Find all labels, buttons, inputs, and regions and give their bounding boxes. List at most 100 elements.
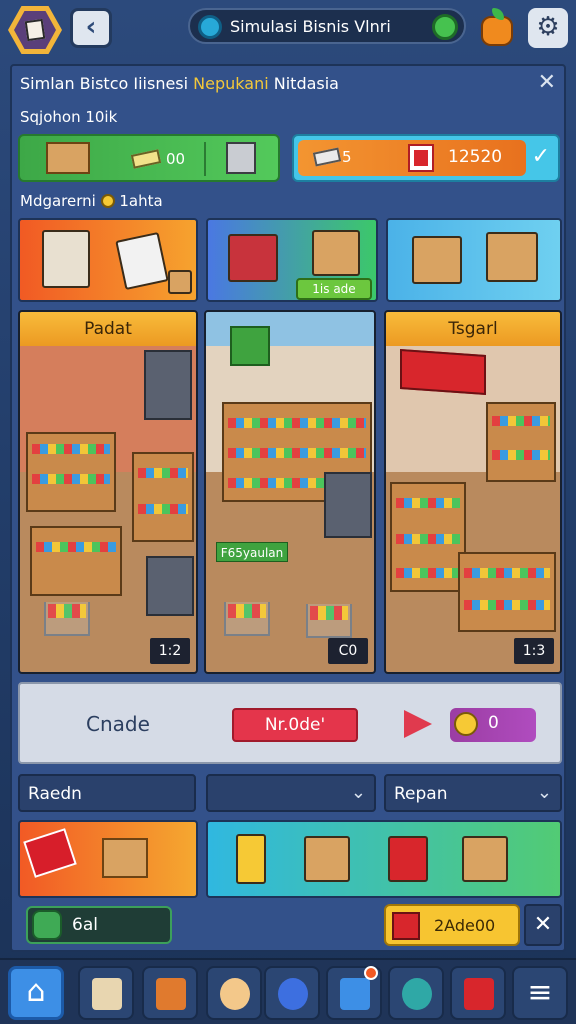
- cash-icon: [312, 147, 342, 167]
- store-scene-1[interactable]: Padat 1:2: [18, 310, 198, 674]
- orange-fruit-icon[interactable]: [478, 6, 516, 46]
- shelf: [26, 432, 116, 512]
- category-badge: 1is ade: [296, 278, 372, 300]
- inventory-icon: [156, 978, 186, 1010]
- green-stat-value: 00: [166, 150, 186, 168]
- calendar-icon: [464, 978, 494, 1010]
- orange-stat-value2: 12520: [448, 147, 503, 167]
- menu-icon: ≡: [527, 975, 553, 1010]
- store-banner-icon: [400, 348, 486, 396]
- buy-button[interactable]: 2Ade00: [384, 904, 520, 946]
- select-left[interactable]: Raedn: [18, 774, 196, 812]
- store-scene-2[interactable]: F65yaulan C0: [204, 310, 376, 674]
- wallet-icon: [32, 910, 62, 940]
- panel-title-highlight: Nepukani: [193, 74, 269, 93]
- category-tile-produce[interactable]: 1is ade: [206, 218, 378, 302]
- craft-result-value: 0: [488, 713, 499, 733]
- category-tile-goods[interactable]: [386, 218, 562, 302]
- sale-stamp-icon: [23, 828, 77, 878]
- shopping-cart-icon: [44, 602, 90, 636]
- scene-value: 1:3: [514, 638, 554, 664]
- nav-inventory-button[interactable]: [142, 966, 198, 1020]
- section2-label-text: Mdgarerni: [20, 192, 96, 210]
- nav-shop-button[interactable]: [78, 966, 134, 1020]
- profile-hex-button[interactable]: [8, 6, 62, 54]
- vegetable-crate-icon: [228, 234, 278, 282]
- app-title: Simulasi Bisnis Vlnri: [230, 17, 391, 36]
- document-icon: [14, 11, 56, 49]
- shelf: [458, 552, 556, 632]
- product-box-icon: [42, 230, 90, 288]
- green-stat-bar[interactable]: 00: [18, 134, 280, 182]
- shelf: [30, 526, 122, 596]
- orange-stat-inner: 5 12520: [298, 140, 526, 176]
- mail-icon: [340, 978, 370, 1010]
- notification-badge: [364, 966, 378, 980]
- orange-stat-value1: 5: [342, 148, 352, 166]
- arrow-right-icon: [404, 710, 432, 738]
- nav-stats-button[interactable]: [388, 966, 444, 1020]
- promo-tile-items[interactable]: [206, 820, 562, 898]
- counter-icon: [146, 556, 194, 616]
- title-pill: Simulasi Bisnis Vlnri: [188, 8, 466, 44]
- balance-button[interactable]: 6al: [26, 906, 172, 944]
- craft-row: Cnade Nr.0de' 0: [18, 682, 562, 764]
- freezer-icon: [144, 350, 192, 420]
- shelf: [132, 452, 194, 542]
- panel-title-part1: Simlan Bistco Iiisnesi: [20, 74, 189, 93]
- back-button[interactable]: ‹: [70, 8, 112, 48]
- bottom-nav: ⌂ ≡: [0, 958, 576, 1024]
- gift-icon: [392, 912, 420, 940]
- buy-label: 2Ade00: [434, 916, 496, 935]
- section2-suffix: 1ahta: [119, 192, 163, 210]
- promo-tile-sale[interactable]: [18, 820, 198, 898]
- phone-icon: [236, 834, 266, 884]
- category-tile-retail[interactable]: [18, 218, 198, 302]
- close-panel-button[interactable]: ✕: [538, 70, 556, 95]
- scene-value: 1:2: [150, 638, 190, 664]
- top-bar: ‹ Simulasi Bisnis Vlnri ⚙: [0, 0, 576, 56]
- balance-label: 6al: [72, 915, 98, 935]
- select-left-label: Raedn: [28, 784, 82, 804]
- location-icon: [198, 15, 222, 39]
- gem-icon[interactable]: [432, 14, 458, 40]
- business-panel: Simlan Bistco Iiisnesi Nepukani Nitdasia…: [10, 64, 566, 952]
- select-middle[interactable]: ⌄: [206, 774, 376, 812]
- check-icon: ✓: [531, 144, 550, 169]
- gift-box-icon: [388, 836, 428, 882]
- select-right-label: Repan: [394, 784, 448, 804]
- shopping-cart-icon: [224, 602, 270, 636]
- shopping-cart-icon: [306, 604, 352, 638]
- panel-title: Simlan Bistco Iiisnesi Nepukani Nitdasia: [20, 74, 339, 93]
- nav-mail-button[interactable]: [326, 966, 382, 1020]
- scene-header: Tsgarl: [386, 312, 560, 346]
- craft-label: Cnade: [86, 712, 150, 736]
- nav-menu-button[interactable]: ≡: [512, 966, 568, 1020]
- crate-icon: [462, 836, 508, 882]
- nav-map-button[interactable]: [264, 966, 320, 1020]
- chevron-down-icon: ⌄: [350, 782, 366, 803]
- cash-register-icon: [226, 142, 256, 174]
- settings-button[interactable]: ⚙: [528, 8, 568, 48]
- nav-calendar-button[interactable]: [450, 966, 506, 1020]
- dismiss-button[interactable]: ✕: [524, 904, 562, 946]
- store-sign-icon: [230, 326, 270, 366]
- nav-staff-button[interactable]: [206, 966, 262, 1020]
- craft-result[interactable]: 0: [450, 708, 536, 742]
- orange-stat-bar[interactable]: 5 12520 ✓: [292, 134, 560, 182]
- craft-button[interactable]: Nr.0de': [232, 708, 358, 742]
- select-right[interactable]: Repan ⌄: [384, 774, 562, 812]
- nav-home-button[interactable]: ⌂: [8, 966, 64, 1020]
- calculator-icon: [115, 231, 169, 291]
- store-scene-3[interactable]: Tsgarl 1:3: [384, 310, 562, 674]
- scene-tag: F65yaulan: [216, 542, 288, 562]
- open-box-icon: [102, 838, 148, 878]
- stock-box-icon: [486, 232, 538, 282]
- back-arrow-icon: ‹: [85, 12, 97, 42]
- stat-divider: [204, 142, 206, 176]
- plant-box-icon: [312, 230, 360, 276]
- freezer-icon: [324, 472, 372, 538]
- panel-title-part2: Nitdasia: [273, 74, 339, 93]
- cash-icon: [130, 149, 162, 169]
- close-icon: ✕: [537, 70, 556, 95]
